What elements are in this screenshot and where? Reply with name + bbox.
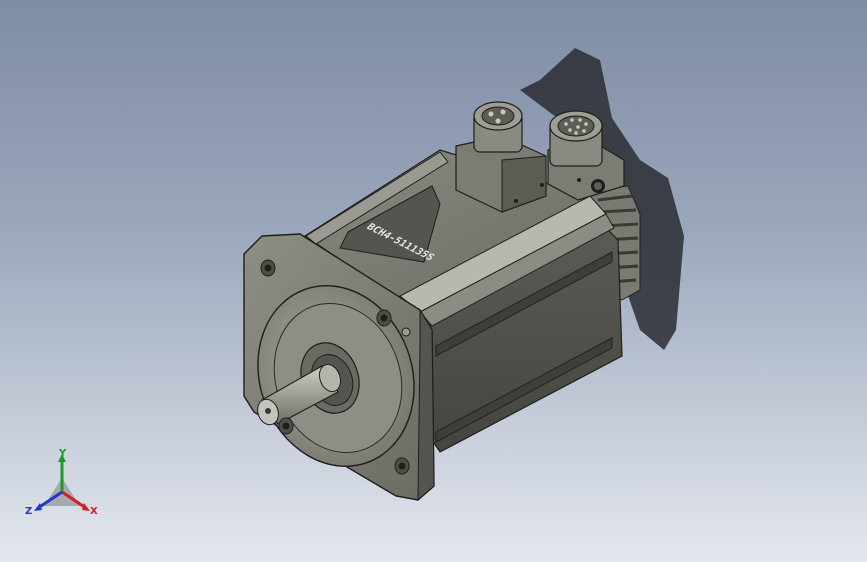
triad-z-arrow [34, 503, 42, 511]
power-connector [455, 101, 547, 213]
model-viewport[interactable]: BCH4-511135S Y X Z [0, 0, 867, 562]
flange-edge [417, 308, 435, 502]
triad-x-arrow [82, 503, 90, 511]
orientation-triad[interactable]: Y X Z [22, 448, 106, 522]
triad-z-label: Z [25, 506, 32, 517]
triad-y-label: Y [58, 448, 67, 459]
triad-x-label: X [90, 506, 98, 517]
flange-screw [401, 327, 411, 337]
motor-model[interactable]: BCH4-511135S [0, 0, 867, 562]
